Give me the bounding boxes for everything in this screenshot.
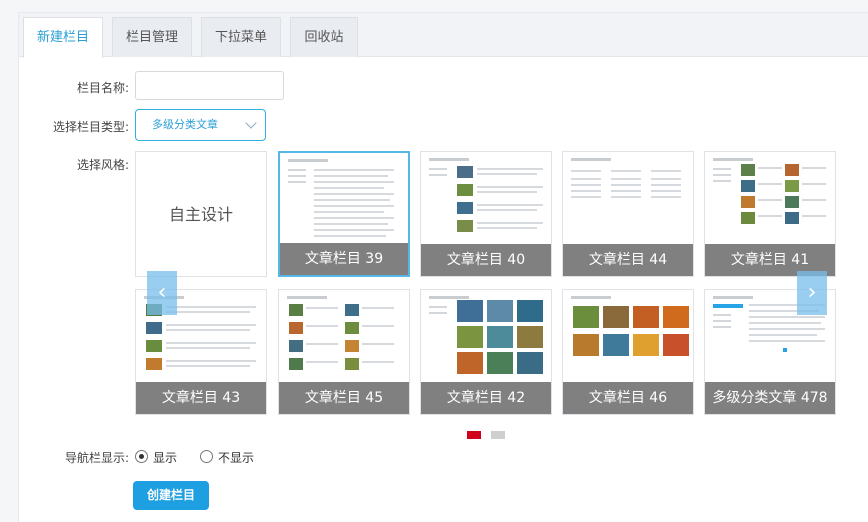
- content-panel: 新建栏目 栏目管理 下拉菜单 回收站 栏目名称: 选择栏目类型: 多级分类文章 …: [18, 12, 868, 522]
- style-card-label: 文章栏目 43: [136, 382, 266, 414]
- style-card-41[interactable]: 文章栏目 41: [704, 151, 836, 277]
- style-card-42[interactable]: 文章栏目 42: [420, 289, 552, 415]
- nav-hide-radio[interactable]: [200, 450, 213, 463]
- column-type-value: 多级分类文章: [152, 118, 218, 131]
- style-card-label: 自主设计: [168, 205, 233, 224]
- style-card-40[interactable]: 文章栏目 40: [420, 151, 552, 277]
- style-card-custom[interactable]: 自主设计: [135, 151, 267, 277]
- style-card-46[interactable]: 文章栏目 46: [562, 289, 694, 415]
- carousel-dot-1[interactable]: [467, 431, 481, 439]
- column-name-input[interactable]: [135, 71, 284, 100]
- chevron-down-icon: [245, 117, 257, 129]
- chevron-right-icon: ›: [807, 280, 817, 305]
- create-column-button[interactable]: 创建栏目: [133, 481, 209, 510]
- style-card-45[interactable]: 文章栏目 45: [278, 289, 410, 415]
- style-label: 选择风格:: [76, 158, 129, 172]
- style-card-label: 文章栏目 42: [421, 382, 551, 414]
- style-card-label: 多级分类文章 478: [705, 382, 835, 414]
- chevron-left-icon: ‹: [157, 280, 167, 305]
- nav-display-label: 导航栏显示:: [64, 451, 129, 465]
- page-background: 新建栏目 栏目管理 下拉菜单 回收站 栏目名称: 选择栏目类型: 多级分类文章 …: [0, 0, 868, 522]
- style-card-label: 文章栏目 45: [279, 382, 409, 414]
- style-card-39[interactable]: 文章栏目 39: [278, 151, 410, 277]
- nav-show-label: 显示: [153, 451, 178, 465]
- carousel-dot-2[interactable]: [491, 431, 505, 439]
- style-card-label: 文章栏目 40: [421, 244, 551, 276]
- column-name-label: 栏目名称:: [76, 81, 129, 95]
- carousel-prev-button[interactable]: ‹: [147, 271, 177, 315]
- column-type-select[interactable]: 多级分类文章: [135, 109, 266, 141]
- nav-hide-label: 不显示: [218, 451, 255, 465]
- style-card-label: 文章栏目 39: [280, 243, 408, 275]
- nav-show-radio[interactable]: [135, 450, 148, 463]
- tab-new-column[interactable]: 新建栏目: [23, 17, 103, 58]
- style-card-label: 文章栏目 46: [563, 382, 693, 414]
- tab-column-manage[interactable]: 栏目管理: [112, 17, 192, 57]
- tab-bar: 新建栏目 栏目管理 下拉菜单 回收站: [19, 13, 868, 58]
- carousel-next-button[interactable]: ›: [797, 271, 827, 315]
- tab-recycle-bin[interactable]: 回收站: [290, 17, 358, 57]
- style-card-label: 文章栏目 44: [563, 244, 693, 276]
- tab-dropdown-menu[interactable]: 下拉菜单: [201, 17, 281, 57]
- column-type-label: 选择栏目类型:: [52, 120, 129, 134]
- style-card-44[interactable]: 文章栏目 44: [562, 151, 694, 277]
